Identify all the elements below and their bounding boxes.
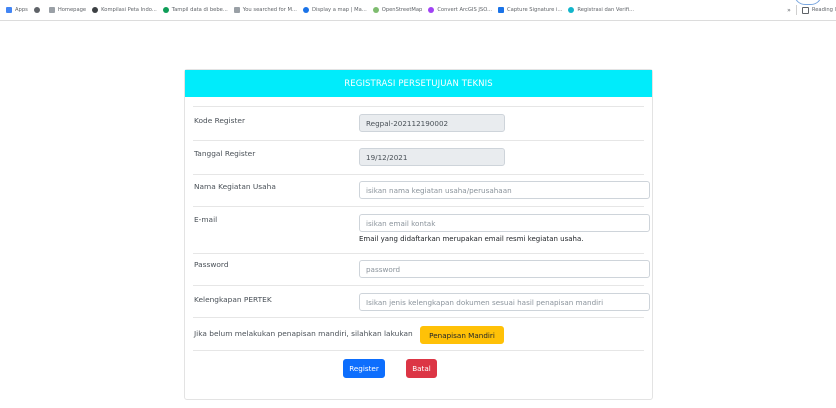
bookmark-convert[interactable]: Convert ArcGIS JSO... bbox=[428, 7, 492, 13]
bookmark-label: Apps bbox=[15, 7, 28, 13]
password-label: Password bbox=[194, 260, 229, 269]
bookmarks-overflow-button[interactable]: » bbox=[787, 7, 791, 14]
form-row-password: Password password bbox=[193, 253, 650, 286]
divider bbox=[795, 5, 797, 15]
bookmark-blue-icon bbox=[302, 7, 309, 13]
form-row-kelengkapan: Kelengkapan PERTEK Isikan jenis kelengka… bbox=[193, 285, 650, 318]
bookmark-code-icon bbox=[233, 7, 240, 13]
penapisan-text: Jika belum melakukan penapisan mandiri, … bbox=[194, 329, 413, 338]
kelengkapan-input[interactable]: Isikan jenis kelengkapan dokumen sesuai … bbox=[359, 293, 650, 311]
email-help-text: Email yang didaftarkan merupakan email r… bbox=[359, 235, 584, 243]
bookmark-m-icon bbox=[498, 7, 505, 13]
bookmark-label: Display a map | Ma... bbox=[311, 7, 367, 13]
bookmark-green-icon bbox=[162, 7, 169, 13]
tanggal-register-label: Tanggal Register bbox=[194, 149, 256, 158]
bookmark-tampil[interactable]: Tampil data di bebe... bbox=[162, 7, 228, 13]
kode-register-field[interactable]: Regpal-202112190002 bbox=[359, 114, 505, 132]
password-input[interactable]: password bbox=[359, 260, 650, 278]
bookmark-label: You searched for M... bbox=[242, 7, 297, 13]
form-row-email: E-mail isikan email kontak Email yang di… bbox=[193, 206, 650, 254]
globe-icon bbox=[33, 7, 40, 13]
bookmark-label: Homepage bbox=[57, 7, 87, 13]
bookmark-label: OpenStreetMap bbox=[381, 7, 423, 13]
card-header: REGISTRASI PERSETUJUAN TEKNIS bbox=[185, 70, 652, 97]
form-row-penapisan: Jika belum melakukan penapisan mandiri, … bbox=[193, 317, 644, 351]
nama-kegiatan-label: Nama Kegiatan Usaha bbox=[194, 182, 276, 191]
bookmark-dark-icon bbox=[92, 7, 99, 13]
reading-list-icon bbox=[801, 6, 809, 14]
apps-grid-icon bbox=[6, 7, 12, 13]
osm-icon bbox=[372, 7, 379, 13]
grid-icon bbox=[48, 7, 55, 13]
form-row-kode-register: Kode Register Regpal-202112190002 bbox=[193, 106, 644, 141]
kode-register-label: Kode Register bbox=[194, 116, 246, 125]
bookmark-capture[interactable]: Capture Signature i... bbox=[498, 7, 562, 13]
penapisan-mandiri-button[interactable]: Penapisan Mandiri bbox=[420, 326, 504, 344]
bookmark-kompilasi[interactable]: Kompilasi Peta Indo... bbox=[92, 7, 157, 13]
bookmark-registrasi[interactable]: Registrasi dan Verifi... bbox=[568, 7, 634, 13]
bookmark-label: Kompilasi Peta Indo... bbox=[101, 7, 157, 13]
bookmark-label: Registrasi dan Verifi... bbox=[577, 7, 635, 13]
bookmark-apps[interactable]: Apps bbox=[6, 7, 28, 13]
form-row-nama-kegiatan: Nama Kegiatan Usaha isikan nama kegiatan… bbox=[193, 174, 650, 207]
form-actions: Register Batal bbox=[193, 350, 644, 391]
bookmark-teal-icon bbox=[568, 7, 575, 13]
form-row-tanggal-register: Tanggal Register 19/12/2021 bbox=[193, 140, 644, 175]
kelengkapan-label: Kelengkapan PERTEK bbox=[194, 295, 272, 304]
email-input[interactable]: isikan email kontak bbox=[359, 214, 650, 232]
register-button[interactable]: Register bbox=[343, 359, 385, 378]
reading-list-button[interactable]: Reading l bbox=[801, 6, 836, 14]
bookmarks-bar: Apps Homepage Kompilasi Peta Indo... Tam… bbox=[0, 0, 836, 21]
bookmark-label: Convert ArcGIS JSO... bbox=[437, 7, 493, 13]
bookmark-display-map[interactable]: Display a map | Ma... bbox=[302, 7, 367, 13]
page-title: REGISTRASI PERSETUJUAN TEKNIS bbox=[344, 78, 493, 89]
batal-button[interactable]: Batal bbox=[406, 359, 437, 378]
tanggal-register-field[interactable]: 19/12/2021 bbox=[359, 148, 505, 166]
pin-icon bbox=[428, 7, 435, 13]
bookmark-globe[interactable] bbox=[33, 7, 43, 13]
registration-card: REGISTRASI PERSETUJUAN TEKNIS Kode Regis… bbox=[184, 69, 653, 400]
bookmark-homepage[interactable]: Homepage bbox=[48, 7, 87, 13]
bookmark-osm[interactable]: OpenStreetMap bbox=[372, 7, 423, 13]
bookmark-label: Tampil data di bebe... bbox=[171, 7, 228, 13]
reading-list-label: Reading l bbox=[811, 7, 836, 13]
email-label: E-mail bbox=[194, 215, 218, 224]
bookmark-label: Capture Signature i... bbox=[507, 7, 563, 13]
nama-kegiatan-input[interactable]: isikan nama kegiatan usaha/perusahaan bbox=[359, 181, 650, 199]
bookmark-searched[interactable]: You searched for M... bbox=[233, 7, 297, 13]
